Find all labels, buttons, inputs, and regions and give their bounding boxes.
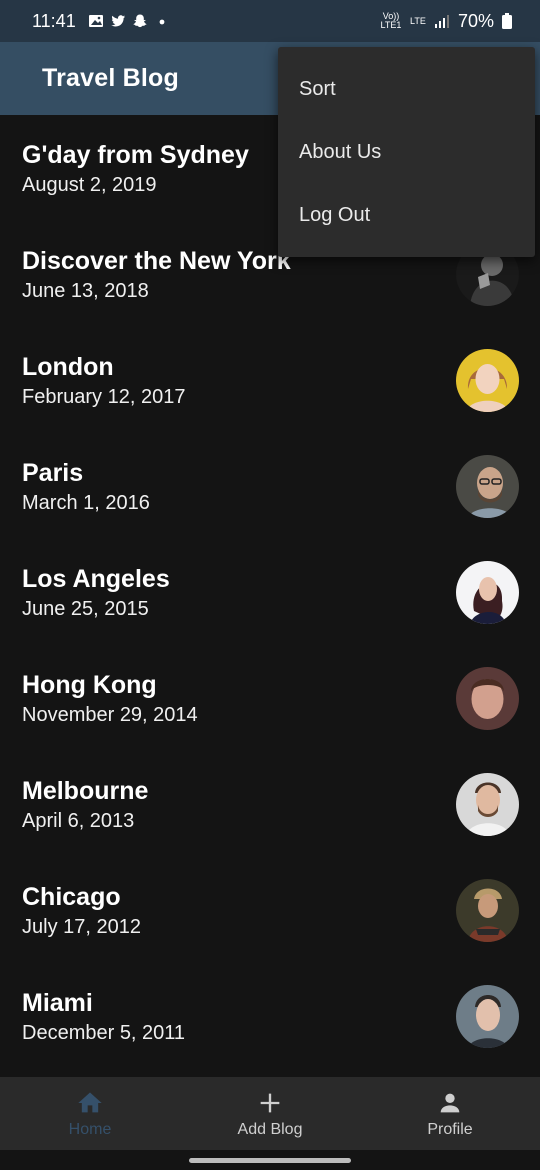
signal-icon: [434, 15, 449, 28]
overflow-menu: Sort About Us Log Out: [278, 47, 535, 257]
avatar: [456, 455, 519, 518]
home-icon: [78, 1092, 102, 1112]
blog-row[interactable]: Hong Kong November 29, 2014: [0, 645, 540, 751]
blog-date: August 2, 2019: [22, 174, 157, 196]
blog-title: Miami: [22, 989, 93, 1017]
avatar: [456, 349, 519, 412]
nav-home[interactable]: Home: [0, 1077, 180, 1150]
blog-title: Chicago: [22, 883, 121, 911]
avatar: [456, 667, 519, 730]
blog-row[interactable]: London February 12, 2017: [0, 327, 540, 433]
menu-item-sort[interactable]: Sort: [278, 58, 535, 121]
blog-date: December 5, 2011: [22, 1022, 186, 1044]
blog-date: July 17, 2012: [22, 916, 141, 938]
notification-icons: [88, 13, 170, 29]
bottom-nav: Home Add Blog Profile: [0, 1077, 540, 1150]
snapchat-icon: [133, 14, 147, 28]
nav-profile[interactable]: Profile: [360, 1077, 540, 1150]
blog-date: June 25, 2015: [22, 598, 149, 620]
app-title: Travel Blog: [42, 64, 179, 92]
gallery-icon: [88, 15, 103, 27]
blog-row[interactable]: Paris March 1, 2016: [0, 433, 540, 539]
blog-row[interactable]: Melbourne April 6, 2013: [0, 751, 540, 857]
battery-icon: [502, 13, 512, 29]
nav-add-blog-label: Add Blog: [237, 1120, 303, 1138]
nav-home-label: Home: [68, 1120, 112, 1138]
plus-icon: [260, 1093, 280, 1112]
blog-row[interactable]: Chicago July 17, 2012: [0, 857, 540, 963]
blog-title: Discover the New York: [22, 247, 291, 275]
nav-profile-label: Profile: [427, 1120, 473, 1138]
battery-percent: 70%: [457, 10, 494, 31]
blog-row[interactable]: Los Angeles June 25, 2015: [0, 539, 540, 645]
dot-icon: [159, 19, 165, 25]
blog-date: November 29, 2014: [22, 704, 198, 726]
lte-indicator: LTE: [410, 15, 426, 26]
gesture-handle[interactable]: [189, 1158, 351, 1163]
blog-date: March 1, 2016: [22, 492, 150, 514]
blog-title: Hong Kong: [22, 671, 157, 699]
blog-list[interactable]: G'day from Sydney August 2, 2019 Discover…: [0, 115, 540, 1077]
twitter-icon: [111, 15, 125, 27]
avatar: [456, 561, 519, 624]
blog-date: June 13, 2018: [22, 280, 149, 302]
status-time: 11:41: [32, 10, 76, 31]
menu-item-log-out[interactable]: Log Out: [278, 184, 535, 247]
status-bar: 11:41 Vo)) LTE1 LTE 70%: [0, 0, 540, 42]
blog-title: Melbourne: [22, 777, 149, 805]
blog-title: Paris: [22, 459, 84, 487]
blog-title: Los Angeles: [22, 565, 170, 593]
blog-title: G'day from Sydney: [22, 141, 249, 169]
blog-date: February 12, 2017: [22, 386, 186, 408]
blog-title: London: [22, 353, 114, 381]
avatar: [456, 879, 519, 942]
blog-row[interactable]: Miami December 5, 2011: [0, 963, 540, 1069]
avatar: [456, 773, 519, 836]
nav-add-blog[interactable]: Add Blog: [180, 1077, 360, 1150]
person-icon: [440, 1093, 460, 1112]
gesture-area: [0, 1150, 540, 1170]
volte-indicator: Vo)) LTE1: [380, 11, 402, 30]
blog-date: April 6, 2013: [22, 810, 135, 832]
menu-item-about-us[interactable]: About Us: [278, 121, 535, 184]
avatar: [456, 985, 519, 1048]
status-right: Vo)) LTE1 LTE 70%: [380, 11, 512, 32]
